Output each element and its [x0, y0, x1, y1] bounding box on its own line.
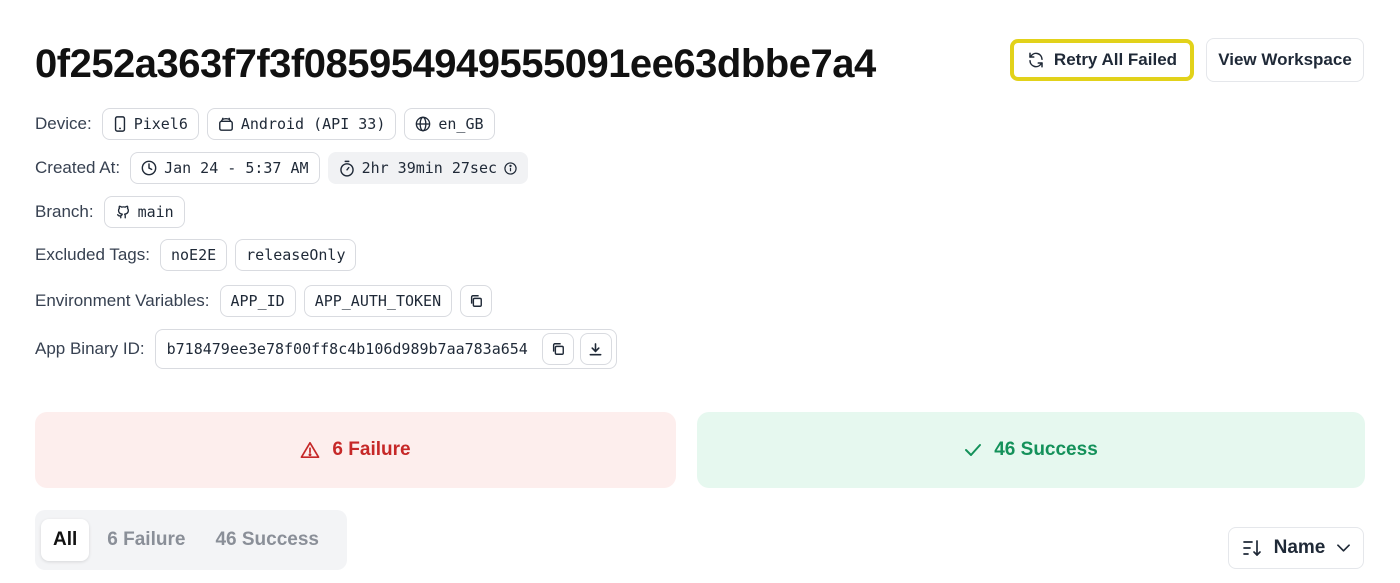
branch-row: Branch: main — [35, 196, 185, 228]
device-row: Device: Pixel6 Android (API 33) en_GB — [35, 108, 495, 140]
branch-label: Branch: — [35, 202, 94, 221]
page-title: 0f252a363f7f3f0859549495550​91ee63dbbe7a… — [35, 42, 876, 86]
tab-success[interactable]: 46 Success — [203, 519, 331, 561]
tab-failure[interactable]: 6 Failure — [95, 519, 197, 561]
failure-summary-card[interactable]: 6 Failure — [35, 412, 676, 488]
download-binary-button[interactable] — [579, 333, 612, 365]
branch-text: main — [137, 203, 174, 221]
android-icon — [218, 116, 234, 132]
app-binary-label: App Binary ID: — [35, 339, 145, 358]
success-summary-label: 46 Success — [994, 439, 1098, 460]
tab-all[interactable]: All — [41, 519, 90, 561]
device-os-text: Android (API 33) — [240, 115, 386, 133]
duration-chip: 2hr 39min 27sec — [327, 152, 529, 184]
sort-label: Name — [1273, 537, 1326, 558]
env-var-chip: APP_AUTH_TOKEN — [303, 285, 453, 317]
clock-icon — [141, 160, 157, 176]
retry-all-failed-label: Retry All Failed — [1053, 50, 1178, 69]
excluded-tags-row: Excluded Tags: noE2E releaseOnly — [35, 239, 357, 271]
copy-env-vars-button[interactable] — [460, 285, 493, 317]
github-icon — [115, 204, 131, 220]
view-workspace-label: View Workspace — [1218, 50, 1352, 69]
sort-icon — [1242, 539, 1262, 557]
device-locale-text: en_GB — [438, 115, 484, 133]
app-binary-id: b718479ee3e78f00ff8c4b106d989b7aa783a654 — [166, 340, 528, 358]
excluded-tag-chip: releaseOnly — [235, 239, 357, 271]
duration-text: 2hr 39min 27sec — [361, 159, 498, 177]
phone-icon — [113, 116, 127, 132]
created-date-text: Jan 24 - 5:37 AM — [164, 159, 309, 177]
device-model-text: Pixel6 — [133, 115, 188, 133]
globe-icon — [415, 116, 431, 132]
device-os-chip: Android (API 33) — [206, 108, 397, 140]
created-date-chip: Jan 24 - 5:37 AM — [130, 152, 320, 184]
branch-chip: main — [103, 196, 185, 228]
created-at-row: Created At: Jan 24 - 5:37 AM 2hr 39min 2… — [35, 152, 529, 184]
env-var-chip: APP_ID — [219, 285, 296, 317]
warning-icon — [300, 441, 320, 459]
success-summary-card[interactable]: 46 Success — [697, 412, 1365, 488]
created-at-label: Created At: — [35, 158, 121, 177]
device-label: Device: — [35, 114, 92, 133]
retry-all-failed-button[interactable]: Retry All Failed — [1010, 39, 1194, 81]
env-vars-label: Environment Variables: — [35, 291, 210, 310]
device-model-chip: Pixel6 — [101, 108, 199, 140]
info-icon[interactable] — [504, 161, 517, 175]
failure-summary-label: 6 Failure — [332, 439, 411, 460]
device-locale-chip: en_GB — [404, 108, 495, 140]
download-icon — [588, 342, 603, 357]
excluded-tag-chip: noE2E — [159, 239, 228, 271]
copy-icon — [469, 294, 483, 308]
refresh-icon — [1027, 51, 1045, 69]
app-binary-field: b718479ee3e78f00ff8c4b106d989b7aa783a654 — [154, 329, 617, 369]
excluded-tags-label: Excluded Tags: — [35, 245, 150, 264]
filter-tabs: All 6 Failure 46 Success — [35, 510, 347, 570]
view-workspace-button[interactable]: View Workspace — [1206, 38, 1364, 82]
stopwatch-icon — [339, 160, 355, 177]
sort-button[interactable]: Name — [1228, 527, 1364, 569]
app-binary-row: App Binary ID: b718479ee3e78f00ff8c4b106… — [35, 329, 617, 369]
check-icon — [964, 443, 982, 457]
copy-binary-id-button[interactable] — [541, 333, 574, 365]
chevron-down-icon — [1337, 544, 1351, 552]
env-vars-row: Environment Variables: APP_ID APP_AUTH_T… — [35, 285, 493, 317]
copy-icon — [551, 342, 565, 356]
